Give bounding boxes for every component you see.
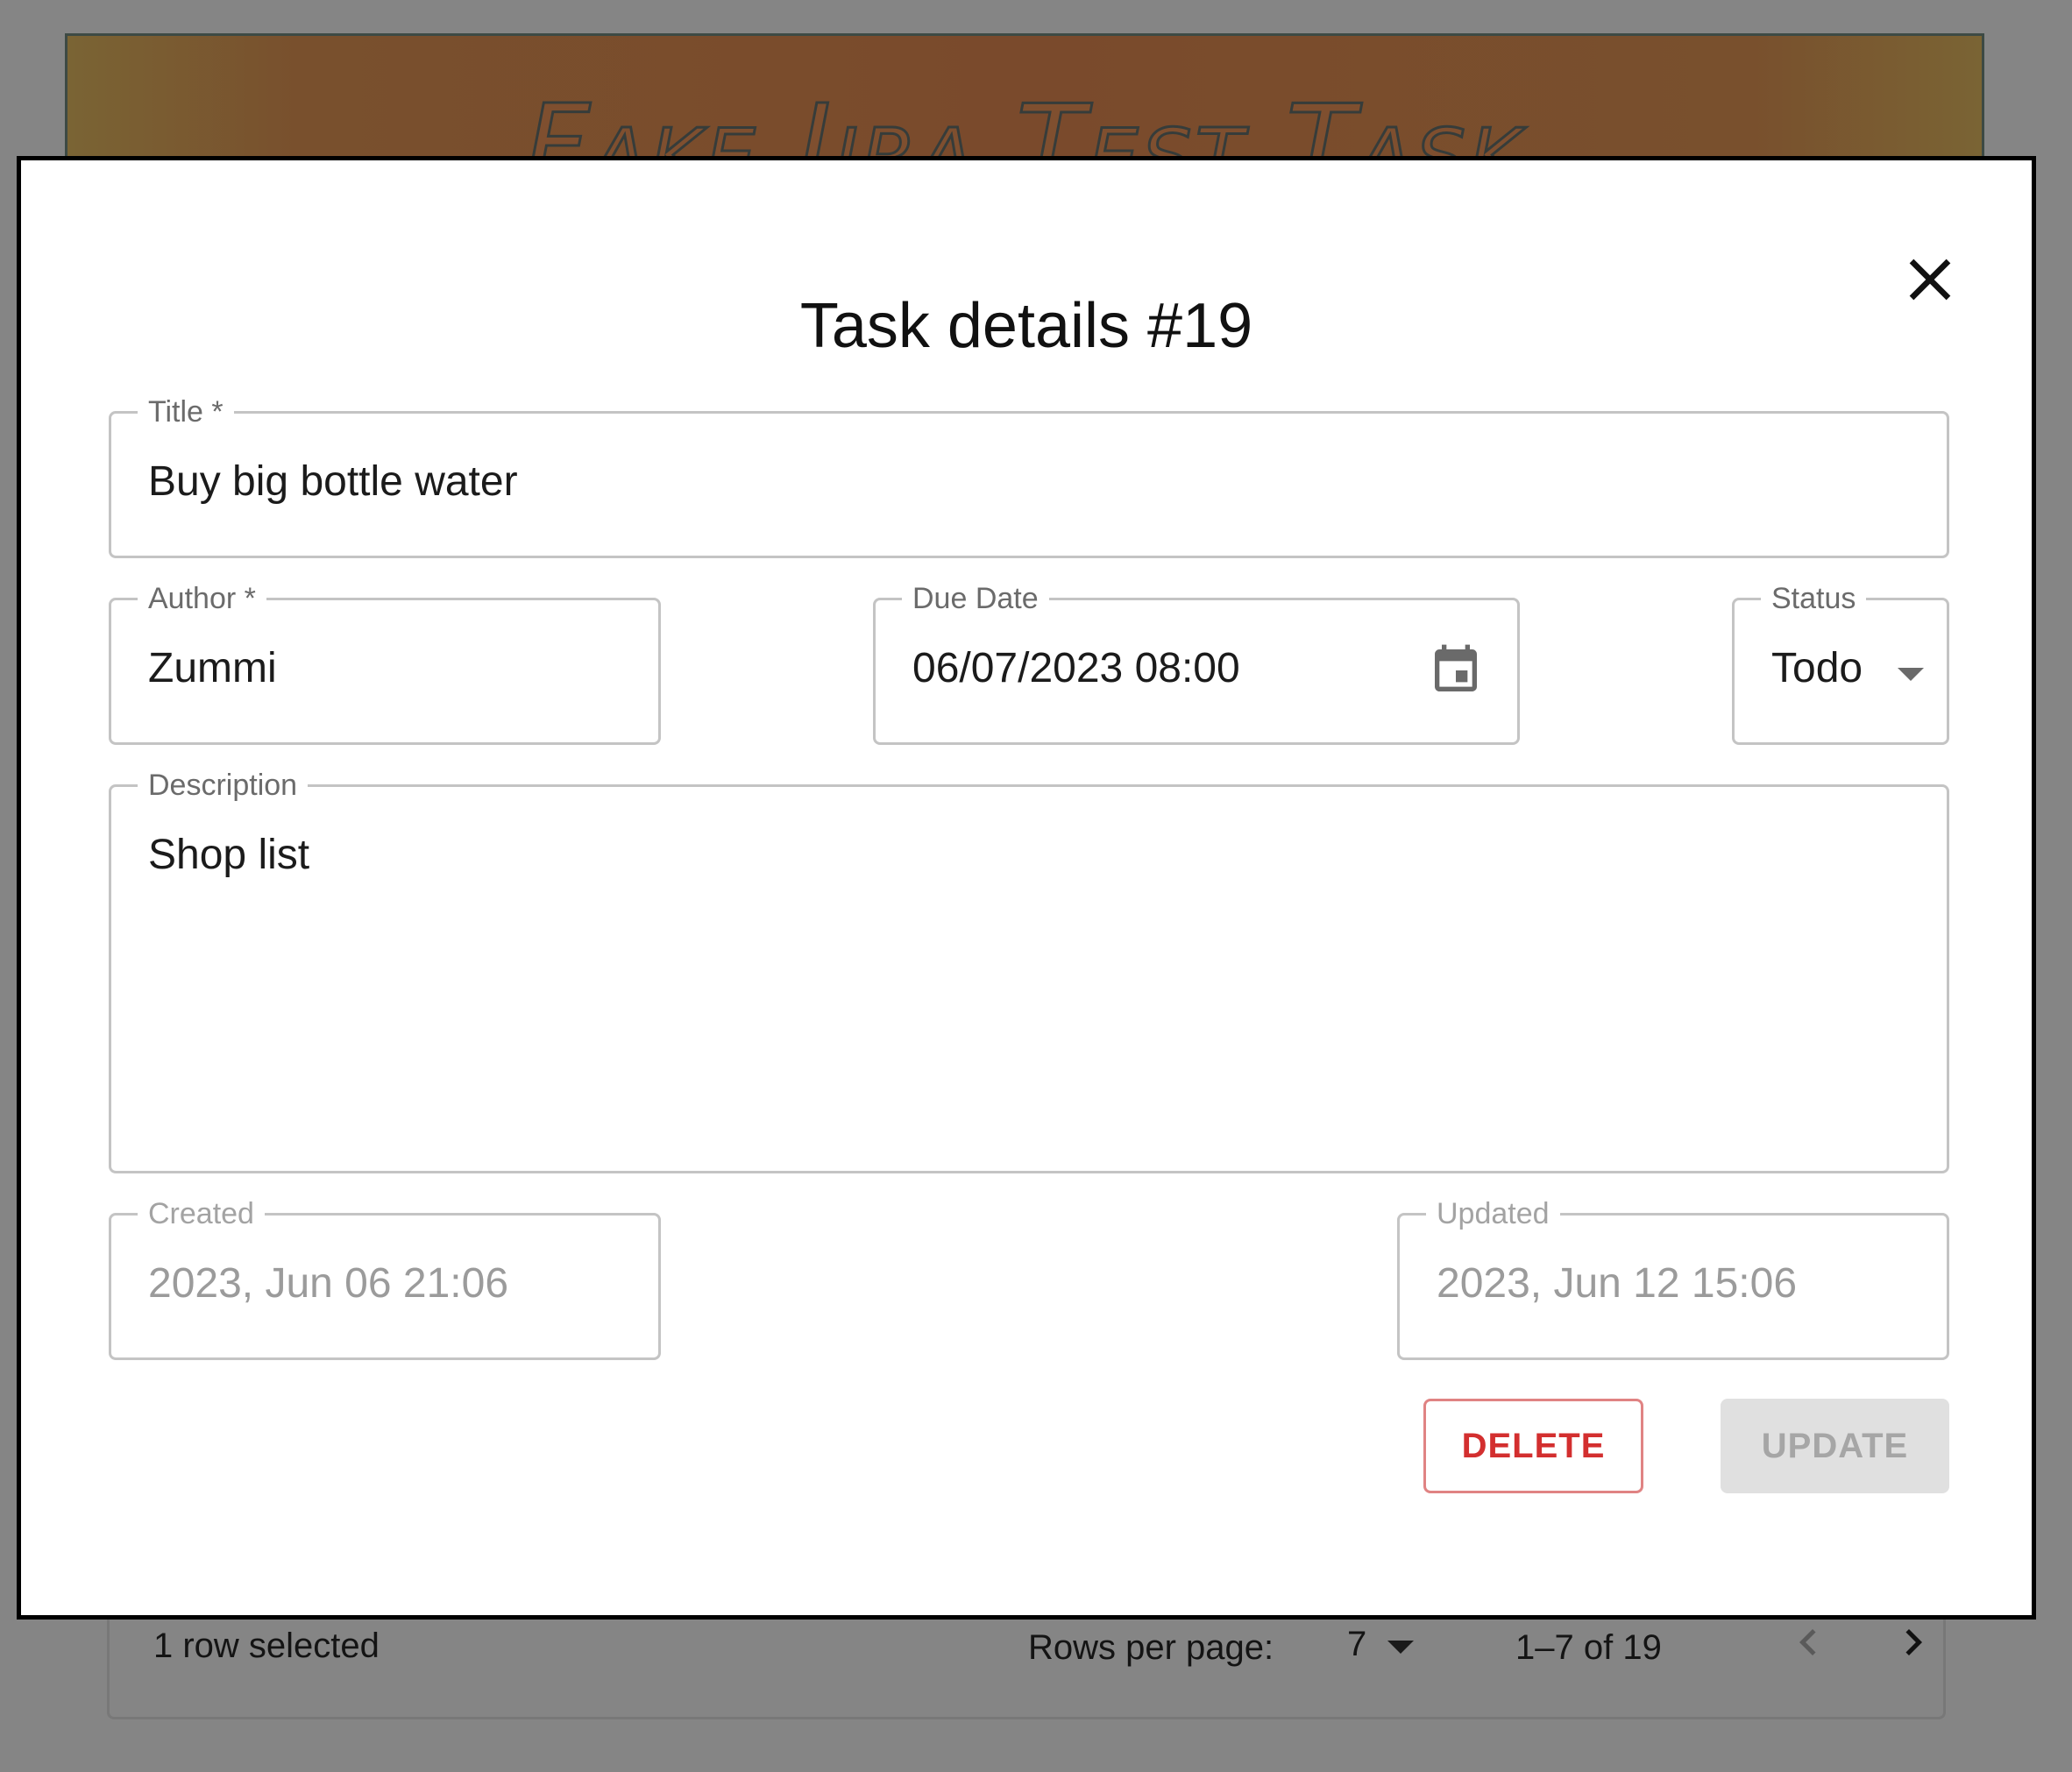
update-button[interactable]: UPDATE	[1721, 1399, 1949, 1493]
updated-field: Updated 2023, Jun 12 15:06	[1397, 1193, 1949, 1360]
description-field-value[interactable]: Shop list	[148, 831, 309, 879]
status-select[interactable]: Status Todo	[1732, 578, 1949, 745]
delete-button[interactable]: DELETE	[1423, 1399, 1643, 1493]
created-field: Created 2023, Jun 06 21:06	[109, 1193, 661, 1360]
chevron-right-icon[interactable]	[1887, 1616, 1940, 1669]
chevron-down-icon[interactable]	[1898, 668, 1924, 681]
title-field-value[interactable]: Buy big bottle water	[148, 457, 518, 506]
rows-per-page-label: Rows per page:	[1028, 1628, 1274, 1667]
chevron-left-icon[interactable]	[1782, 1616, 1834, 1669]
title-field[interactable]: Title * Buy big bottle water	[109, 391, 1949, 558]
dialog-title: Task details #19	[799, 291, 1253, 361]
status-field-value[interactable]: Todo	[1771, 644, 1863, 692]
title-field-label: Title *	[138, 391, 234, 433]
description-field-label: Description	[138, 764, 309, 806]
created-field-value: 2023, Jun 06 21:06	[148, 1260, 509, 1307]
pagination-range: 1–7 of 19	[1515, 1628, 1662, 1667]
due-date-field[interactable]: Due Date 06/07/2023 08:00	[873, 578, 1520, 745]
calendar-icon[interactable]	[1428, 641, 1484, 700]
due-date-field-value[interactable]: 06/07/2023 08:00	[912, 644, 1240, 692]
author-field[interactable]: Author * Zummi	[109, 578, 661, 745]
description-field[interactable]: Description Shop list	[109, 764, 1949, 1173]
updated-field-label: Updated	[1426, 1193, 1560, 1235]
chevron-down-icon[interactable]	[1387, 1641, 1414, 1654]
task-details-dialog: Task details #19 Title * Buy big bottle …	[17, 156, 2036, 1620]
selected-rows-count: 1 row selected	[153, 1627, 380, 1665]
rows-per-page-select[interactable]: 7	[1347, 1625, 1366, 1664]
status-field-label: Status	[1761, 578, 1867, 620]
updated-field-value: 2023, Jun 12 15:06	[1437, 1260, 1798, 1307]
app-header: Fake Jira Test Task	[65, 33, 1984, 174]
author-field-label: Author *	[138, 578, 266, 620]
due-date-field-label: Due Date	[902, 578, 1049, 620]
author-field-value[interactable]: Zummi	[148, 644, 277, 692]
created-field-label: Created	[138, 1193, 265, 1235]
